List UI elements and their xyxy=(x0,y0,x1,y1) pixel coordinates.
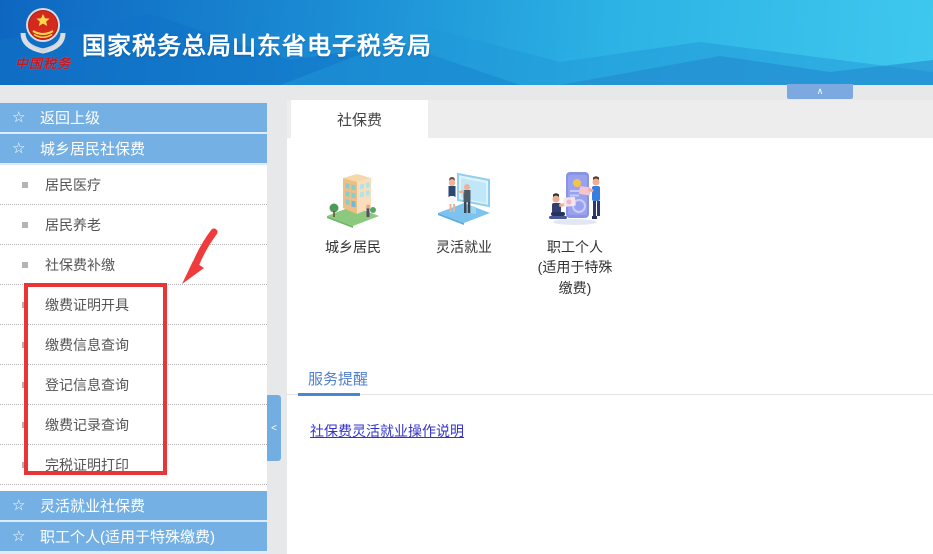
monitor-people-icon xyxy=(432,166,496,230)
sidebar-item-label: 社保费补缴 xyxy=(45,255,115,275)
tax-bureau-logo: 中国税务 xyxy=(8,3,78,72)
sidebar-item-return-upper[interactable]: ☆ 返回上级 xyxy=(0,103,267,134)
bullet-icon xyxy=(22,222,28,228)
collapse-sidebar-button[interactable]: < xyxy=(267,395,281,461)
sidebar-item-label: 城乡居民社保费 xyxy=(40,138,145,159)
sidebar-item-registration-info-query[interactable]: 登记信息查询 xyxy=(0,365,267,405)
sidebar-item-resident-pension[interactable]: 居民养老 xyxy=(0,205,267,245)
building-icon xyxy=(321,166,385,230)
service-reminder-section: 服务提醒 社保费灵活就业操作说明 xyxy=(287,366,933,441)
sidebar-item-urban-rural-social-fee[interactable]: ☆ 城乡居民社保费 xyxy=(0,134,267,165)
card-label: 职工个人 (适用于特殊 缴费) xyxy=(532,237,618,298)
bullet-icon xyxy=(22,422,28,428)
sidebar-item-label: 缴费记录查询 xyxy=(45,415,129,435)
tab-social-insurance-fee[interactable]: 社保费 xyxy=(291,100,428,138)
collapse-header-button[interactable]: ∧ xyxy=(787,84,853,99)
sidebar-item-fee-supplement[interactable]: 社保费补缴 xyxy=(0,245,267,285)
flexible-employment-guide-link[interactable]: 社保费灵活就业操作说明 xyxy=(310,421,464,441)
star-icon: ☆ xyxy=(12,110,25,125)
sidebar-item-label: 职工个人(适用于特殊缴费) xyxy=(40,526,215,547)
card-flexible-employment[interactable]: 灵活就业 xyxy=(421,166,507,298)
tab-service-reminder[interactable]: 服务提醒 xyxy=(308,366,368,389)
main-panel: 社保费 城乡 xyxy=(287,100,933,554)
sidebar-item-label: 居民医疗 xyxy=(45,175,101,195)
tab-bar: 社保费 xyxy=(287,100,933,138)
star-icon: ☆ xyxy=(12,498,25,513)
active-tab-underline xyxy=(298,393,360,396)
phone-people-icon xyxy=(543,166,607,230)
bullet-icon xyxy=(22,262,28,268)
card-urban-rural-residents[interactable]: 城乡居民 xyxy=(310,166,396,298)
sidebar-item-label: 完税证明打印 xyxy=(45,455,129,475)
sidebar-item-tax-paid-certificate-print[interactable]: 完税证明打印 xyxy=(0,445,267,485)
sidebar-item-payment-record-query[interactable]: 缴费记录查询 xyxy=(0,405,267,445)
sidebar-item-flexible-employment-fee[interactable]: ☆ 灵活就业社保费 xyxy=(0,491,267,522)
sidebar-item-label: 登记信息查询 xyxy=(45,375,129,395)
card-employee-individual[interactable]: 职工个人 (适用于特殊 缴费) xyxy=(532,166,618,298)
star-icon: ☆ xyxy=(12,141,25,156)
sidebar-item-label: 返回上级 xyxy=(40,107,100,128)
sidebar-item-label: 灵活就业社保费 xyxy=(40,495,145,516)
bullet-icon xyxy=(22,382,28,388)
bullet-icon xyxy=(22,302,28,308)
sidebar-item-payment-certificate-issue[interactable]: 缴费证明开具 xyxy=(0,285,267,325)
sidebar-item-label: 缴费证明开具 xyxy=(45,295,129,315)
card-label: 灵活就业 xyxy=(421,237,507,257)
bullet-icon xyxy=(22,182,28,188)
tax-emblem-icon xyxy=(17,3,69,55)
sidebar-item-resident-medical[interactable]: 居民医疗 xyxy=(0,165,267,205)
star-icon: ☆ xyxy=(12,529,25,544)
logo-caption: 中国税务 xyxy=(8,53,78,72)
header: 中国税务 国家税务总局山东省电子税务局 xyxy=(0,0,933,85)
sidebar-item-label: 居民养老 xyxy=(45,215,101,235)
sidebar-menu: ☆ 返回上级 ☆ 城乡居民社保费 居民医疗 居民养老 社保费补缴 缴费证明开具 … xyxy=(0,103,267,553)
page-title: 国家税务总局山东省电子税务局 xyxy=(82,26,432,61)
bullet-icon xyxy=(22,342,28,348)
card-label: 城乡居民 xyxy=(310,237,396,257)
sidebar-item-label: 缴费信息查询 xyxy=(45,335,129,355)
sidebar-item-payment-info-query[interactable]: 缴费信息查询 xyxy=(0,325,267,365)
entry-cards: 城乡居民 灵活就业 xyxy=(287,138,933,298)
bullet-icon xyxy=(22,462,28,468)
service-tab-row: 服务提醒 xyxy=(287,366,933,395)
sidebar-item-employee-individual[interactable]: ☆ 职工个人(适用于特殊缴费) xyxy=(0,522,267,553)
